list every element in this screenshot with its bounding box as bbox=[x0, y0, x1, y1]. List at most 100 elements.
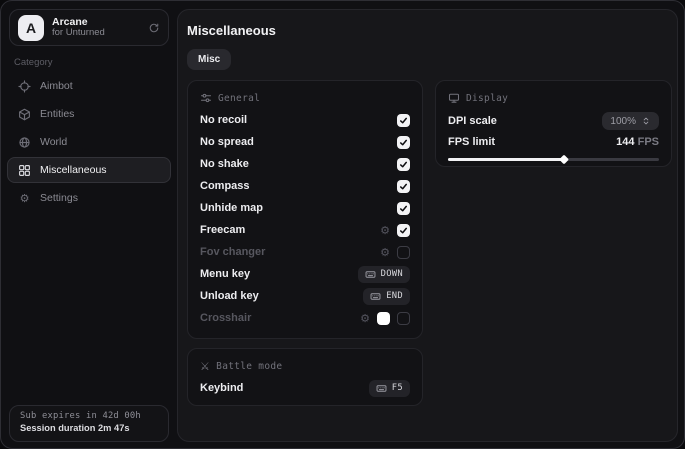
slider-fill bbox=[448, 158, 564, 161]
setting-row-fov-changer: Fov changer ⚙ bbox=[200, 241, 410, 263]
chevron-updown-icon bbox=[641, 116, 651, 126]
sidebar-item-entities[interactable]: Entities bbox=[7, 101, 171, 127]
slider-thumb[interactable] bbox=[559, 155, 569, 165]
setting-row-no-shake: No shake bbox=[200, 153, 410, 175]
setting-controls: END bbox=[363, 288, 410, 305]
sidebar-item-label: Settings bbox=[40, 192, 78, 204]
dpi-scale-select[interactable]: 100% bbox=[602, 112, 659, 130]
app-logo: A bbox=[18, 15, 44, 41]
display-card-title: Display bbox=[466, 93, 508, 104]
display-card: Display DPI scale 100% FPS limit 144 FPS bbox=[435, 80, 672, 167]
keybind-value: DOWN bbox=[381, 269, 403, 279]
general-card-header: General bbox=[200, 90, 410, 106]
sync-icon[interactable] bbox=[148, 22, 160, 34]
dpi-scale-row: DPI scale 100% bbox=[448, 109, 659, 133]
gear-icon: ⚙ bbox=[18, 193, 31, 204]
setting-label: Freecam bbox=[200, 224, 245, 236]
sidebar: A Arcane for Unturned Category Aimbot Ent… bbox=[1, 1, 177, 448]
fps-limit-row: FPS limit 144 FPS bbox=[448, 133, 659, 151]
setting-row-freecam: Freecam ⚙ bbox=[200, 219, 410, 241]
setting-label: Fov changer bbox=[200, 246, 265, 258]
keybind-badge[interactable]: F5 bbox=[369, 380, 410, 397]
general-card-title: General bbox=[218, 93, 260, 104]
setting-controls: F5 bbox=[369, 380, 410, 397]
setting-label: No recoil bbox=[200, 114, 247, 126]
tab-misc[interactable]: Misc bbox=[187, 49, 231, 70]
checkbox[interactable] bbox=[397, 312, 410, 325]
setting-label: No spread bbox=[200, 136, 254, 148]
sidebar-item-miscellaneous[interactable]: Miscellaneous bbox=[7, 157, 171, 183]
grid-icon bbox=[18, 164, 31, 177]
setting-controls bbox=[397, 202, 410, 215]
setting-row-unload-key: Unload key END bbox=[200, 285, 410, 307]
brand-card: A Arcane for Unturned bbox=[9, 9, 169, 46]
tab-bar: Misc bbox=[187, 49, 231, 70]
sidebar-item-world[interactable]: World bbox=[7, 129, 171, 155]
setting-row-keybind: Keybind F5 bbox=[200, 377, 410, 399]
keyboard-icon bbox=[365, 269, 376, 280]
globe-icon bbox=[18, 136, 31, 149]
setting-controls bbox=[397, 136, 410, 149]
sidebar-item-aimbot[interactable]: Aimbot bbox=[7, 73, 171, 99]
setting-controls bbox=[397, 158, 410, 171]
checkbox[interactable] bbox=[397, 224, 410, 237]
checkbox[interactable] bbox=[397, 158, 410, 171]
category-label: Category bbox=[14, 57, 53, 68]
main-panel: Miscellaneous Misc General No recoil No s… bbox=[177, 9, 678, 442]
general-card: General No recoil No spread No shake Compas… bbox=[187, 80, 423, 339]
checkbox[interactable] bbox=[397, 202, 410, 215]
color-swatch[interactable] bbox=[377, 312, 390, 325]
gear-icon[interactable]: ⚙ bbox=[360, 313, 370, 324]
checkbox[interactable] bbox=[397, 114, 410, 127]
setting-controls bbox=[397, 114, 410, 127]
setting-label: Compass bbox=[200, 180, 250, 192]
keyboard-icon bbox=[376, 383, 387, 394]
setting-label: Menu key bbox=[200, 268, 250, 280]
checkbox[interactable] bbox=[397, 246, 410, 259]
setting-controls: ⚙ bbox=[360, 312, 410, 325]
dpi-scale-label: DPI scale bbox=[448, 115, 497, 127]
keybind-value: F5 bbox=[392, 383, 403, 393]
setting-label: Unhide map bbox=[200, 202, 263, 214]
dpi-scale-value: 100% bbox=[610, 116, 636, 127]
swords-icon: ⚔ bbox=[200, 361, 210, 372]
sidebar-item-settings[interactable]: ⚙ Settings bbox=[7, 185, 171, 211]
keybind-badge[interactable]: END bbox=[363, 288, 410, 305]
keybind-badge[interactable]: DOWN bbox=[358, 266, 410, 283]
setting-label: Crosshair bbox=[200, 312, 251, 324]
setting-label: Keybind bbox=[200, 382, 243, 394]
setting-controls: ⚙ bbox=[380, 246, 410, 259]
checkbox[interactable] bbox=[397, 136, 410, 149]
fps-limit-slider[interactable] bbox=[448, 155, 659, 164]
setting-label: Unload key bbox=[200, 290, 259, 302]
keyboard-icon bbox=[370, 291, 381, 302]
sidebar-item-label: World bbox=[40, 136, 67, 148]
app-logo-letter: A bbox=[26, 20, 36, 36]
sidebar-nav: Aimbot Entities World Miscellaneous ⚙ Setting… bbox=[7, 73, 171, 213]
keybind-value: END bbox=[386, 291, 403, 301]
page-title: Miscellaneous bbox=[187, 23, 276, 38]
session-duration-text: Session duration 2m 47s bbox=[20, 423, 158, 433]
session-card: Sub expires in 42d 00h Session duration … bbox=[9, 405, 169, 442]
fps-limit-value: 144 FPS bbox=[616, 136, 659, 148]
setting-label: No shake bbox=[200, 158, 249, 170]
brand-text: Arcane for Unturned bbox=[52, 16, 140, 39]
sidebar-item-label: Aimbot bbox=[40, 80, 73, 92]
setting-row-no-recoil: No recoil bbox=[200, 109, 410, 131]
sub-expiry-text: Sub expires in 42d 00h bbox=[20, 411, 158, 421]
sidebar-item-label: Entities bbox=[40, 108, 74, 120]
checkbox[interactable] bbox=[397, 180, 410, 193]
gear-icon[interactable]: ⚙ bbox=[380, 247, 390, 258]
fps-limit-label: FPS limit bbox=[448, 136, 495, 148]
battle-mode-card: ⚔ Battle mode Keybind F5 bbox=[187, 348, 423, 406]
app-subtitle: for Unturned bbox=[52, 28, 140, 39]
monitor-icon bbox=[448, 92, 460, 104]
setting-controls bbox=[397, 180, 410, 193]
setting-row-menu-key: Menu key DOWN bbox=[200, 263, 410, 285]
battle-mode-card-title: Battle mode bbox=[216, 361, 282, 372]
gear-icon[interactable]: ⚙ bbox=[380, 225, 390, 236]
display-card-header: Display bbox=[448, 90, 659, 106]
setting-controls: ⚙ bbox=[380, 224, 410, 237]
battle-mode-card-header: ⚔ Battle mode bbox=[200, 358, 410, 374]
setting-row-unhide-map: Unhide map bbox=[200, 197, 410, 219]
